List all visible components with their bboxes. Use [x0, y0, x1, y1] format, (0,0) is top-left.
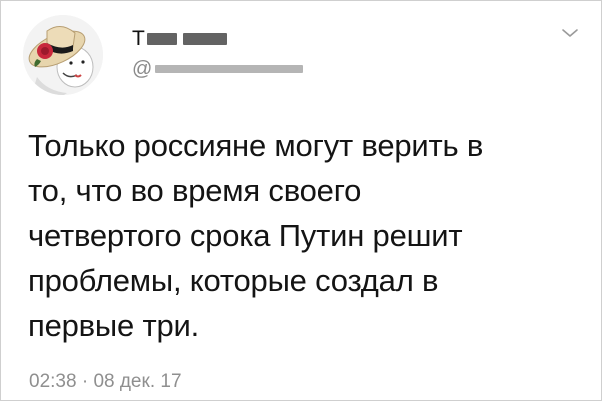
- handle-prefix: @: [132, 58, 153, 80]
- redacted-handle: [155, 65, 304, 73]
- tweet-text-line: первые три.: [28, 308, 200, 343]
- tweet-text: Только россияне могут верить в то, что в…: [28, 123, 588, 348]
- tweet-card: Т @ Только россияне могут верить в то, ч…: [0, 0, 602, 401]
- author-display-name[interactable]: Т: [132, 27, 227, 51]
- chevron-down-icon[interactable]: [561, 27, 579, 39]
- tweet-text-line: Только россияне могут верить в: [28, 128, 484, 163]
- redacted-name-part: [182, 33, 227, 45]
- tweet-date: 08 дек. 17: [93, 371, 182, 392]
- tweet-time: 02:38: [29, 371, 77, 392]
- author-name-initial: Т: [132, 27, 145, 50]
- tweet-text-line: то, что во время своего: [28, 173, 362, 208]
- avatar-hat-rose-icon: [23, 15, 103, 95]
- meta-separator: ·: [81, 371, 89, 392]
- tweet-text-line: четвертого срока Путин решит: [28, 218, 463, 253]
- redacted-name-part: [146, 33, 177, 45]
- avatar[interactable]: [23, 15, 103, 95]
- tweet-text-line: проблемы, которые создал в: [28, 263, 439, 298]
- tweet-timestamp[interactable]: 02:38 · 08 дек. 17: [29, 370, 182, 394]
- author-handle[interactable]: @: [132, 57, 304, 81]
